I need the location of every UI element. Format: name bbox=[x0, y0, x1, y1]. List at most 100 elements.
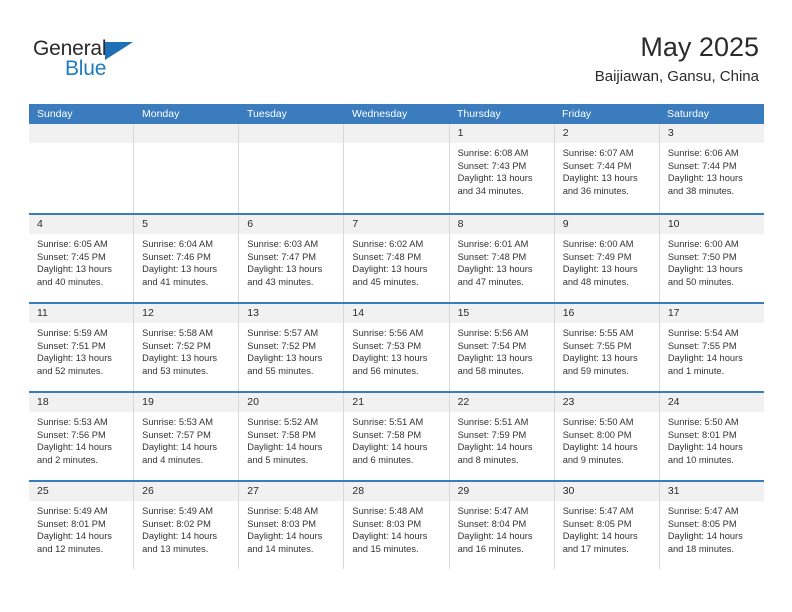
day-cell[interactable]: 16 Sunrise: 5:55 AM Sunset: 7:55 PM Dayl… bbox=[554, 304, 660, 391]
day-info: Sunrise: 5:53 AM Sunset: 7:56 PM Dayligh… bbox=[29, 412, 133, 466]
sunrise-text: Sunrise: 5:47 AM bbox=[457, 506, 529, 516]
day-info: Sunrise: 5:58 AM Sunset: 7:52 PM Dayligh… bbox=[134, 323, 238, 377]
sunrise-text: Sunrise: 6:08 AM bbox=[457, 148, 529, 158]
day-cell[interactable]: 27 Sunrise: 5:48 AM Sunset: 8:03 PM Dayl… bbox=[239, 482, 345, 569]
sunrise-text: Sunrise: 6:00 AM bbox=[667, 239, 739, 249]
day-cell[interactable]: 8 Sunrise: 6:01 AM Sunset: 7:48 PM Dayli… bbox=[449, 215, 555, 302]
day-cell[interactable]: 19 Sunrise: 5:53 AM Sunset: 7:57 PM Dayl… bbox=[134, 393, 240, 480]
sunrise-text: Sunrise: 5:57 AM bbox=[247, 328, 319, 338]
sunset-text: Sunset: 7:52 PM bbox=[142, 340, 211, 351]
day-info: Sunrise: 6:05 AM Sunset: 7:45 PM Dayligh… bbox=[29, 234, 133, 288]
sunrise-text: Sunrise: 5:56 AM bbox=[352, 328, 424, 338]
sunrise-text: Sunrise: 5:51 AM bbox=[457, 417, 529, 427]
day-cell[interactable]: 1 Sunrise: 6:08 AM Sunset: 7:43 PM Dayli… bbox=[449, 124, 555, 213]
sunrise-text: Sunrise: 5:53 AM bbox=[37, 417, 108, 427]
day-cell[interactable]: 6 Sunrise: 6:03 AM Sunset: 7:47 PM Dayli… bbox=[239, 215, 345, 302]
day-cell[interactable]: 10 Sunrise: 6:00 AM Sunset: 7:50 PM Dayl… bbox=[659, 215, 764, 302]
day-cell[interactable]: 20 Sunrise: 5:52 AM Sunset: 7:58 PM Dayl… bbox=[239, 393, 345, 480]
sunset-text: Sunset: 7:56 PM bbox=[37, 429, 106, 440]
sunrise-text: Sunrise: 5:59 AM bbox=[37, 328, 108, 338]
day-info: Sunrise: 5:54 AM Sunset: 7:55 PM Dayligh… bbox=[660, 323, 764, 377]
day-number: 6 bbox=[239, 215, 344, 234]
day-cell[interactable]: 7 Sunrise: 6:02 AM Sunset: 7:48 PM Dayli… bbox=[344, 215, 450, 302]
daylight-text-line1: Daylight: 13 hours bbox=[457, 353, 533, 364]
day-cell[interactable]: 3 Sunrise: 6:06 AM Sunset: 7:44 PM Dayli… bbox=[659, 124, 764, 213]
day-cell[interactable]: 30 Sunrise: 5:47 AM Sunset: 8:05 PM Dayl… bbox=[554, 482, 660, 569]
day-cell[interactable]: 26 Sunrise: 5:49 AM Sunset: 8:02 PM Dayl… bbox=[134, 482, 240, 569]
day-number: 29 bbox=[449, 482, 554, 501]
day-info: Sunrise: 6:03 AM Sunset: 7:47 PM Dayligh… bbox=[239, 234, 343, 288]
day-info: Sunrise: 5:50 AM Sunset: 8:01 PM Dayligh… bbox=[660, 412, 764, 466]
daylight-text-line1: Daylight: 13 hours bbox=[457, 173, 533, 184]
sunrise-text: Sunrise: 5:49 AM bbox=[37, 506, 108, 516]
day-cell[interactable]: 22 Sunrise: 5:51 AM Sunset: 7:59 PM Dayl… bbox=[449, 393, 555, 480]
sunrise-text: Sunrise: 6:07 AM bbox=[562, 148, 634, 158]
daylight-text-line1: Daylight: 13 hours bbox=[562, 264, 638, 275]
sunset-text: Sunset: 7:49 PM bbox=[562, 251, 632, 262]
sunrise-text: Sunrise: 5:50 AM bbox=[667, 417, 739, 427]
day-info: Sunrise: 5:59 AM Sunset: 7:51 PM Dayligh… bbox=[29, 323, 133, 377]
logo-text-blue: Blue bbox=[65, 57, 107, 80]
day-cell[interactable]: 5 Sunrise: 6:04 AM Sunset: 7:46 PM Dayli… bbox=[134, 215, 240, 302]
day-number: 26 bbox=[134, 482, 239, 501]
sunset-text: Sunset: 8:01 PM bbox=[37, 518, 106, 529]
sunset-text: Sunset: 7:54 PM bbox=[457, 340, 527, 351]
sunrise-text: Sunrise: 5:53 AM bbox=[142, 417, 213, 427]
day-cell[interactable]: 23 Sunrise: 5:50 AM Sunset: 8:00 PM Dayl… bbox=[554, 393, 660, 480]
day-info: Sunrise: 5:52 AM Sunset: 7:58 PM Dayligh… bbox=[239, 412, 343, 466]
daylight-text-line1: Daylight: 14 hours bbox=[37, 442, 112, 453]
day-cell[interactable]: 14 Sunrise: 5:56 AM Sunset: 7:53 PM Dayl… bbox=[344, 304, 450, 391]
daylight-text-line1: Daylight: 14 hours bbox=[247, 531, 323, 542]
day-cell[interactable]: 29 Sunrise: 5:47 AM Sunset: 8:04 PM Dayl… bbox=[449, 482, 555, 569]
day-cell[interactable]: 9 Sunrise: 6:00 AM Sunset: 7:49 PM Dayli… bbox=[554, 215, 660, 302]
day-cell[interactable]: 17 Sunrise: 5:54 AM Sunset: 7:55 PM Dayl… bbox=[659, 304, 764, 391]
title-block: May 2025 Baijiawan, Gansu, China bbox=[595, 30, 759, 88]
day-cell[interactable]: 24 Sunrise: 5:50 AM Sunset: 8:01 PM Dayl… bbox=[659, 393, 764, 480]
sunset-text: Sunset: 7:53 PM bbox=[352, 340, 422, 351]
day-cell[interactable]: 18 Sunrise: 5:53 AM Sunset: 7:56 PM Dayl… bbox=[29, 393, 135, 480]
logo-triangle-icon bbox=[105, 42, 133, 60]
daylight-text-line2: and 36 minutes. bbox=[562, 185, 629, 196]
day-number: 1 bbox=[449, 124, 554, 143]
page-title: May 2025 bbox=[640, 32, 759, 62]
daylight-text-line2: and 48 minutes. bbox=[562, 276, 629, 287]
week-row: 25 Sunrise: 5:49 AM Sunset: 8:01 PM Dayl… bbox=[29, 480, 764, 569]
daylight-text-line2: and 53 minutes. bbox=[142, 365, 209, 376]
day-cell[interactable]: 13 Sunrise: 5:57 AM Sunset: 7:52 PM Dayl… bbox=[239, 304, 345, 391]
sunset-text: Sunset: 8:05 PM bbox=[562, 518, 632, 529]
day-cell[interactable]: 28 Sunrise: 5:48 AM Sunset: 8:03 PM Dayl… bbox=[344, 482, 450, 569]
day-info: Sunrise: 5:47 AM Sunset: 8:04 PM Dayligh… bbox=[450, 501, 554, 555]
day-info: Sunrise: 6:00 AM Sunset: 7:49 PM Dayligh… bbox=[555, 234, 659, 288]
sunset-text: Sunset: 7:58 PM bbox=[247, 429, 317, 440]
day-cell[interactable]: 21 Sunrise: 5:51 AM Sunset: 7:58 PM Dayl… bbox=[344, 393, 450, 480]
day-number: 31 bbox=[659, 482, 764, 501]
daylight-text-line1: Daylight: 13 hours bbox=[247, 353, 323, 364]
day-number: 10 bbox=[659, 215, 764, 234]
daylight-text-line2: and 34 minutes. bbox=[457, 185, 524, 196]
daylight-text-line2: and 56 minutes. bbox=[352, 365, 419, 376]
sunset-text: Sunset: 7:58 PM bbox=[352, 429, 422, 440]
day-cell[interactable]: 31 Sunrise: 5:47 AM Sunset: 8:05 PM Dayl… bbox=[659, 482, 764, 569]
daylight-text-line1: Daylight: 14 hours bbox=[142, 531, 218, 542]
day-number bbox=[29, 124, 134, 143]
sunset-text: Sunset: 7:50 PM bbox=[667, 251, 737, 262]
sunset-text: Sunset: 7:52 PM bbox=[247, 340, 317, 351]
day-cell[interactable]: 11 Sunrise: 5:59 AM Sunset: 7:51 PM Dayl… bbox=[29, 304, 135, 391]
day-cell[interactable]: 2 Sunrise: 6:07 AM Sunset: 7:44 PM Dayli… bbox=[554, 124, 660, 213]
day-number bbox=[239, 124, 344, 143]
day-number: 16 bbox=[554, 304, 659, 323]
sunset-text: Sunset: 8:02 PM bbox=[142, 518, 211, 529]
day-cell[interactable]: 12 Sunrise: 5:58 AM Sunset: 7:52 PM Dayl… bbox=[134, 304, 240, 391]
day-cell[interactable]: 25 Sunrise: 5:49 AM Sunset: 8:01 PM Dayl… bbox=[29, 482, 135, 569]
sunset-text: Sunset: 7:55 PM bbox=[562, 340, 632, 351]
day-cell[interactable]: 4 Sunrise: 6:05 AM Sunset: 7:45 PM Dayli… bbox=[29, 215, 135, 302]
day-info: Sunrise: 5:51 AM Sunset: 7:58 PM Dayligh… bbox=[344, 412, 448, 466]
sunrise-text: Sunrise: 5:58 AM bbox=[142, 328, 213, 338]
sunrise-text: Sunrise: 5:55 AM bbox=[562, 328, 634, 338]
daylight-text-line2: and 41 minutes. bbox=[142, 276, 209, 287]
day-cell[interactable]: 15 Sunrise: 5:56 AM Sunset: 7:54 PM Dayl… bbox=[449, 304, 555, 391]
day-info: Sunrise: 5:47 AM Sunset: 8:05 PM Dayligh… bbox=[555, 501, 659, 555]
day-number: 23 bbox=[554, 393, 659, 412]
week-row: 1 Sunrise: 6:08 AM Sunset: 7:43 PM Dayli… bbox=[29, 124, 764, 213]
sunrise-text: Sunrise: 5:51 AM bbox=[352, 417, 424, 427]
